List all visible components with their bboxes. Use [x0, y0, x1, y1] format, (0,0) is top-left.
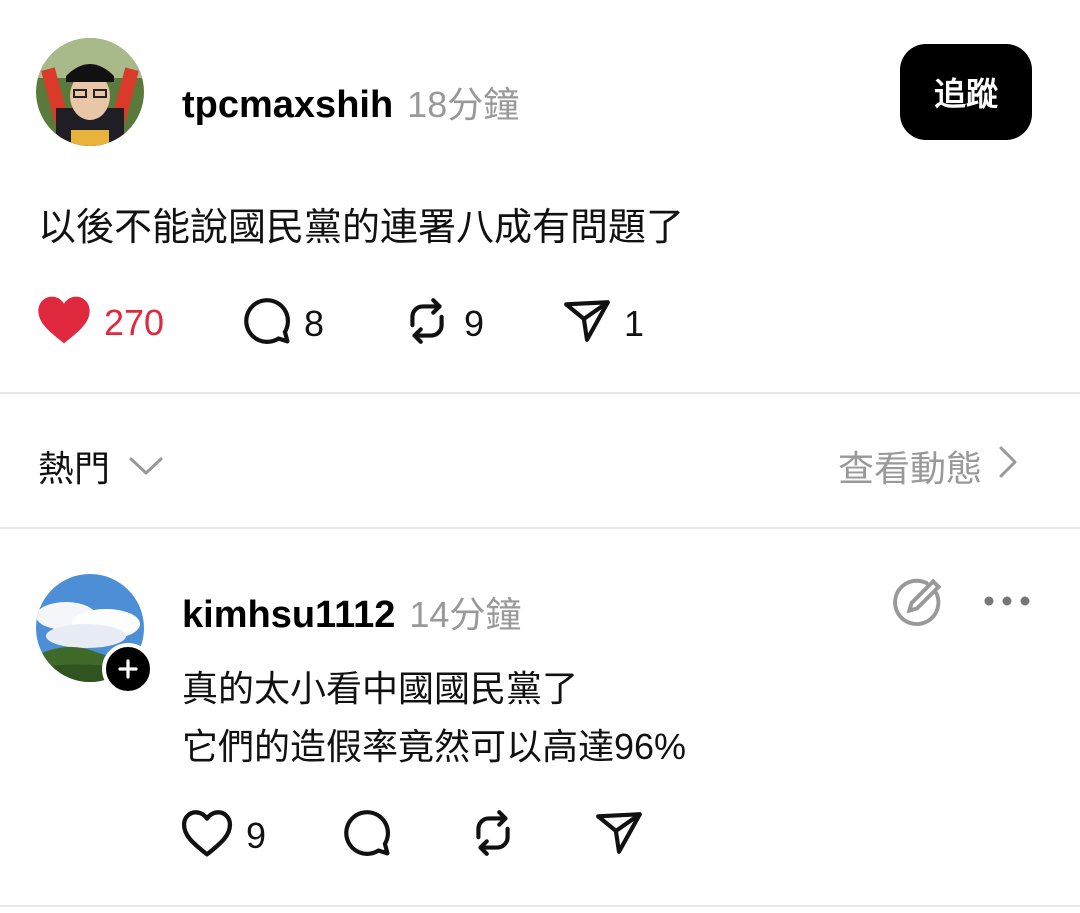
reply-repost-action[interactable] [468, 808, 518, 863]
reply-time: 14分鐘 [409, 594, 522, 635]
reply-header: kimhsu1112 14分鐘 [182, 586, 521, 638]
reply-comment-action[interactable] [342, 808, 392, 863]
view-activity-link[interactable]: 查看動態 [838, 440, 1018, 492]
post-time: 18分鐘 [407, 84, 520, 125]
post-author-avatar[interactable] [36, 38, 144, 146]
reply-username[interactable]: kimhsu1112 [182, 594, 395, 637]
heart-filled-icon [36, 294, 92, 351]
divider [0, 905, 1080, 907]
chevron-right-icon [998, 445, 1018, 488]
more-options-button[interactable] [980, 590, 1034, 617]
sort-dropdown[interactable]: 熱門 [38, 440, 164, 492]
comment-icon [344, 810, 391, 856]
divider [0, 392, 1080, 394]
send-icon [596, 812, 642, 854]
share-action[interactable]: 1 [562, 296, 644, 351]
more-icon [984, 596, 1030, 606]
reply-text-line: 真的太小看中國國民黨了 [182, 668, 579, 709]
post-text: 以後不能說國民黨的連署八成有問題了 [38, 207, 685, 249]
plus-icon [118, 659, 138, 679]
reply-text-line: 它們的造假率竟然可以高達96% [182, 726, 687, 767]
follow-plus-button[interactable] [102, 643, 154, 695]
heart-icon [180, 808, 234, 863]
comment-icon [242, 296, 292, 351]
share-count: 1 [624, 302, 645, 344]
quote-action[interactable] [892, 576, 944, 633]
repost-icon [476, 810, 510, 856]
reply-share-action[interactable] [594, 808, 644, 863]
repost-count: 9 [464, 302, 485, 344]
chevron-down-icon [128, 445, 164, 487]
comment-count: 8 [304, 302, 325, 344]
repost-icon [402, 296, 452, 351]
comment-action[interactable]: 8 [242, 296, 324, 351]
like-count: 270 [104, 301, 165, 343]
follow-button[interactable]: 追蹤 [900, 44, 1032, 140]
edit-circle-icon [893, 578, 942, 626]
post-username[interactable]: tpcmaxshih [182, 84, 393, 127]
sort-label: 熱門 [38, 448, 111, 489]
repost-action[interactable]: 9 [402, 296, 484, 351]
reply-like-action[interactable]: 9 [180, 808, 266, 863]
reply-like-count: 9 [246, 814, 267, 856]
divider [0, 527, 1080, 529]
post-header: tpcmaxshih 18分鐘 [182, 76, 519, 128]
like-action[interactable]: 270 [36, 294, 164, 351]
send-icon [562, 296, 612, 351]
activity-label: 查看動態 [838, 448, 983, 489]
